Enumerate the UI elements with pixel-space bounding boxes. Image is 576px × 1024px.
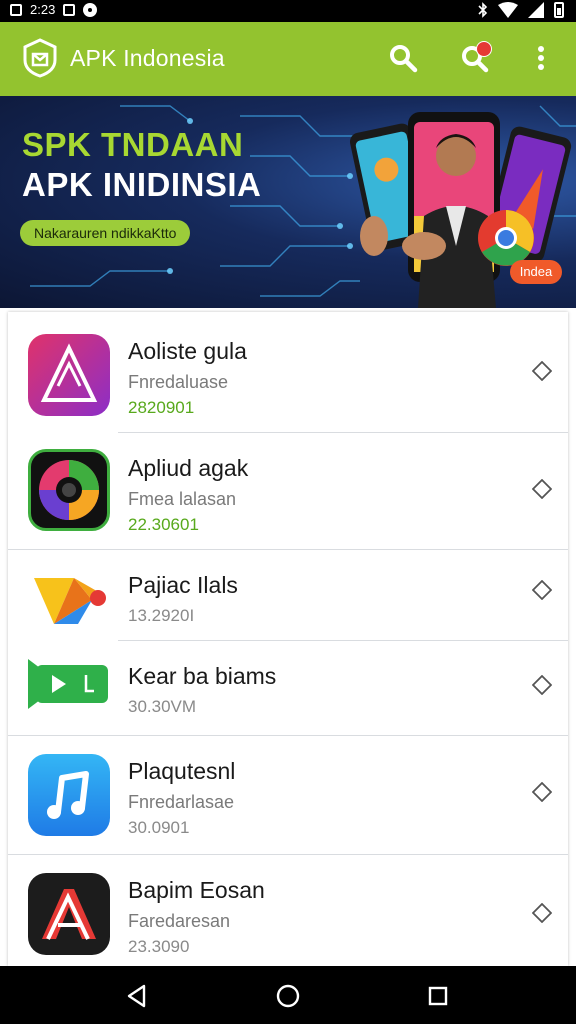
banner-pill[interactable]: Nakarauren ndikkaKtto: [20, 220, 191, 246]
diamond-chevron-icon[interactable]: [532, 580, 552, 600]
app-version: 22.30601: [128, 515, 199, 534]
more-options-button[interactable]: [524, 41, 558, 75]
shield-logo-icon: [23, 38, 57, 78]
list-item[interactable]: Bapim Eosan Faredaresan 23.3090: [8, 855, 568, 966]
app-subtitle: Fnredarlasae: [128, 792, 235, 812]
app-name: Aoliste gula: [128, 338, 247, 364]
record-icon: [83, 2, 98, 17]
play-games-icon: [34, 578, 106, 624]
app-name: Plaqutesnl: [128, 758, 236, 784]
search-button[interactable]: [386, 41, 420, 75]
wifi-icon: [498, 2, 518, 18]
notification-badge: [476, 41, 492, 57]
app-subtitle: Fmea lalasan: [128, 489, 237, 509]
music-note-icon: [28, 754, 110, 836]
app-version: 30.0901: [128, 818, 190, 837]
diamond-chevron-icon[interactable]: [532, 675, 552, 695]
list-item[interactable]: Plaqutesnl Fnredarlasae 30.0901: [8, 736, 568, 854]
diamond-chevron-icon[interactable]: [532, 479, 552, 499]
app-bar: APK Indonesia: [0, 22, 576, 96]
app-list: Aoliste gula Fnredaluase 2820901 Apliud …: [8, 312, 568, 966]
app-version: 30.30VM: [128, 697, 197, 716]
recents-icon[interactable]: [425, 983, 451, 1009]
app-version: 23.3090: [128, 937, 190, 956]
promo-banner[interactable]: SPK TNDAAN APK INIDINSIA Nakarauren ndik…: [0, 96, 576, 308]
status-bar: 2:23: [0, 0, 576, 22]
search-icon: [390, 45, 418, 73]
signal-icon: [528, 2, 544, 18]
diamond-chevron-icon[interactable]: [532, 782, 552, 802]
status-time: 2:23: [30, 2, 56, 17]
gallery-icon: [10, 3, 22, 16]
status-left: 2:23: [10, 2, 98, 17]
app-name: Pajiac Ilals: [128, 572, 238, 598]
app-name: Kear ba biams: [128, 663, 277, 689]
battery-icon: [554, 2, 564, 18]
app-title: APK Indonesia: [70, 45, 225, 71]
diamond-chevron-icon[interactable]: [532, 361, 552, 381]
app-subtitle: Faredaresan: [128, 911, 231, 931]
status-right: [478, 2, 564, 18]
app-version: 2820901: [128, 398, 195, 417]
app-name: Bapim Eosan: [128, 877, 265, 903]
banner-tag[interactable]: Indea: [510, 260, 562, 284]
diamond-chevron-icon[interactable]: [532, 903, 552, 923]
banner-headline: SPK TNDAAN: [22, 126, 244, 163]
home-icon[interactable]: [275, 983, 301, 1009]
app-name: Apliud agak: [128, 455, 249, 481]
app-version: 13.2920I: [128, 606, 195, 625]
app-subtitle: Fnredaluase: [128, 372, 229, 392]
list-item[interactable]: Aoliste gula Fnredaluase 2820901: [8, 312, 568, 432]
video-play-icon: [28, 659, 108, 709]
list-item[interactable]: Kear ba biams 30.30VM: [8, 641, 568, 735]
image-icon: [63, 3, 76, 16]
lens-app-icon: [28, 449, 110, 531]
more-vert-icon: [538, 46, 544, 70]
list-item[interactable]: Pajiac Ilals 13.2920I: [8, 550, 568, 640]
banner-subheadline: APK INIDINSIA: [22, 166, 262, 203]
navigation-bar: [0, 966, 576, 1024]
letter-a-app-icon: [28, 873, 110, 955]
list-item[interactable]: Apliud agak Fmea lalasan 22.30601: [8, 433, 568, 549]
search-notification-button[interactable]: [458, 41, 492, 75]
triangle-app-icon: [28, 334, 110, 416]
back-icon[interactable]: [124, 983, 150, 1009]
bluetooth-icon: [478, 2, 488, 18]
